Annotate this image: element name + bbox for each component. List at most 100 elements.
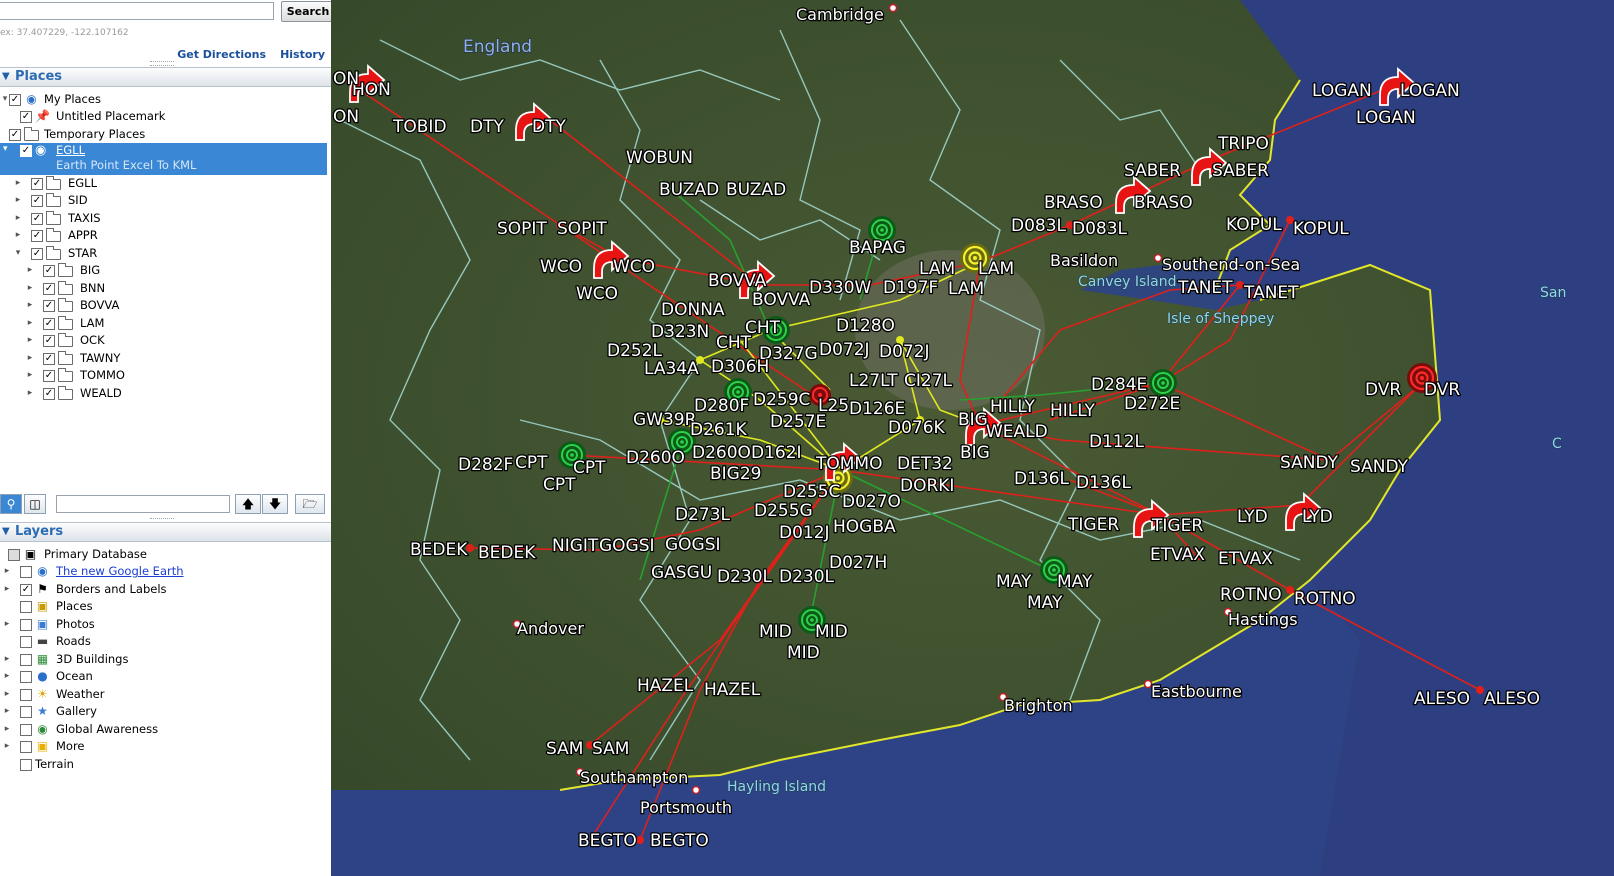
expand-icon[interactable]: ▸: [2, 721, 12, 738]
history-link[interactable]: History: [280, 48, 325, 61]
tree-folder-taxis[interactable]: ▸ ✓ TAXIS: [0, 210, 330, 227]
layer-global-awareness[interactable]: ▸ ◉ Global Awareness: [0, 721, 330, 738]
expand-icon[interactable]: ▸: [25, 262, 35, 279]
tree-folder-star-tawny[interactable]: ▸ ✓ TAWNY: [0, 350, 330, 367]
checkbox[interactable]: [8, 549, 20, 561]
resize-grip[interactable]: [150, 61, 174, 66]
expand-icon[interactable]: ▸: [25, 280, 35, 297]
layer-terrain[interactable]: Terrain: [0, 756, 330, 773]
checkbox[interactable]: ✓: [20, 584, 32, 596]
tree-folder-star-tommo[interactable]: ▸ ✓ TOMMO: [0, 367, 330, 384]
expand-icon[interactable]: ▸: [2, 581, 12, 598]
folder-menu-icon[interactable]: 🗁: [295, 494, 325, 514]
checkbox[interactable]: ✓: [43, 300, 55, 312]
expand-icon[interactable]: ▸: [13, 227, 23, 244]
tree-folder-star-bnn[interactable]: ▸ ✓ BNN: [0, 280, 330, 297]
checkbox[interactable]: ✓: [9, 94, 21, 106]
checkbox[interactable]: [20, 636, 32, 648]
checkbox[interactable]: ✓: [43, 353, 55, 365]
tree-item-untitled-placemark[interactable]: ✓ 📌 Untitled Placemark: [0, 108, 330, 125]
map-view[interactable]: England Cambridge Basildon Canvey Island…: [331, 0, 1614, 876]
checkbox[interactable]: ✓: [20, 111, 32, 123]
tree-folder-appr[interactable]: ▸ ✓ APPR: [0, 227, 330, 244]
layer-borders-labels[interactable]: ▸ ✓ ⚑ Borders and Labels: [0, 581, 330, 598]
layer-gallery[interactable]: ▸ ★ Gallery: [0, 703, 330, 720]
checkbox[interactable]: [20, 741, 32, 753]
collapse-icon[interactable]: ▾: [13, 245, 23, 262]
checkbox[interactable]: ✓: [31, 195, 43, 207]
collapse-arrow-icon[interactable]: ▼: [2, 71, 10, 82]
layer-new-google-earth[interactable]: ▸ ◉ The new Google Earth: [0, 563, 330, 580]
expand-icon[interactable]: ▸: [2, 651, 12, 668]
checkbox[interactable]: ✓: [43, 388, 55, 400]
tree-folder-sid[interactable]: ▸ ✓ SID: [0, 192, 330, 209]
checkbox[interactable]: ✓: [43, 283, 55, 295]
layer-more[interactable]: ▸ ▣ More: [0, 738, 330, 755]
move-up-icon[interactable]: 🡅: [235, 494, 261, 514]
layer-ocean[interactable]: ▸ ● Ocean: [0, 668, 330, 685]
layers-panel-header[interactable]: ▼ Layers: [0, 522, 335, 542]
checkbox[interactable]: ✓: [31, 178, 43, 190]
tree-folder-star-ock[interactable]: ▸ ✓ OCK: [0, 332, 330, 349]
layer-photos[interactable]: ▸ ▣ Photos: [0, 616, 330, 633]
expand-icon[interactable]: ▸: [25, 350, 35, 367]
expand-icon[interactable]: ▸: [13, 192, 23, 209]
tree-item-temporary-places[interactable]: ✓ Temporary Places: [0, 126, 330, 143]
expand-icon[interactable]: ▸: [25, 297, 35, 314]
expand-icon[interactable]: ▸: [2, 686, 12, 703]
get-directions-link[interactable]: Get Directions: [177, 48, 266, 61]
checkbox[interactable]: [20, 689, 32, 701]
checkbox[interactable]: ✓: [43, 370, 55, 382]
search-input[interactable]: [0, 2, 274, 20]
checkbox[interactable]: ✓: [31, 248, 43, 260]
expand-icon[interactable]: ▸: [25, 367, 35, 384]
tree-folder-star-weald[interactable]: ▸ ✓ WEALD: [0, 385, 330, 402]
places-panel-header[interactable]: ▼ Places: [0, 67, 335, 87]
layer-weather[interactable]: ▸ ☀ Weather: [0, 686, 330, 703]
checkbox[interactable]: [20, 706, 32, 718]
tree-item-egll-kml[interactable]: ▾ ✓ ◉ EGLL Earth Point Excel To KML: [0, 143, 327, 175]
checkbox[interactable]: ✓: [31, 213, 43, 225]
tree-folder-star-big[interactable]: ▸ ✓ BIG: [0, 262, 330, 279]
search-panel-icon[interactable]: ⚲: [0, 494, 22, 514]
checkbox[interactable]: ✓: [9, 129, 21, 141]
layer-primary-database[interactable]: ▣ Primary Database: [0, 546, 330, 563]
tree-item-label[interactable]: EGLL: [56, 143, 85, 157]
expand-icon[interactable]: ▸: [13, 210, 23, 227]
expand-icon[interactable]: ▸: [25, 385, 35, 402]
expand-icon[interactable]: ▸: [13, 175, 23, 192]
checkbox[interactable]: [20, 601, 32, 613]
search-button[interactable]: Search: [281, 1, 335, 22]
panel-toggle-icon[interactable]: ◫: [24, 494, 46, 514]
places-filter-input[interactable]: [56, 495, 230, 513]
layer-places[interactable]: ▣ Places: [0, 598, 330, 615]
layer-3d-buildings[interactable]: ▸ ▦ 3D Buildings: [0, 651, 330, 668]
tree-folder-star-bovva[interactable]: ▸ ✓ BOVVA: [0, 297, 330, 314]
expand-icon[interactable]: ▸: [2, 703, 12, 720]
collapse-arrow-icon[interactable]: ▼: [2, 526, 10, 537]
checkbox[interactable]: ✓: [43, 335, 55, 347]
expand-icon[interactable]: ▸: [2, 738, 12, 755]
move-down-icon[interactable]: 🡇: [262, 494, 288, 514]
checkbox[interactable]: [20, 566, 32, 578]
checkbox[interactable]: [20, 654, 32, 666]
checkbox[interactable]: [20, 724, 32, 736]
layer-roads[interactable]: ▬ Roads: [0, 633, 330, 650]
checkbox[interactable]: ✓: [20, 145, 32, 157]
layer-label[interactable]: The new Google Earth: [56, 563, 184, 580]
checkbox[interactable]: [20, 619, 32, 631]
checkbox[interactable]: [20, 759, 32, 771]
checkbox[interactable]: ✓: [43, 318, 55, 330]
expand-icon[interactable]: ▸: [25, 332, 35, 349]
tree-folder-star[interactable]: ▾ ✓ STAR: [0, 245, 330, 262]
tree-item-my-places[interactable]: ▾ ✓ ◉ My Places: [0, 91, 330, 108]
expand-icon[interactable]: ▸: [25, 315, 35, 332]
checkbox[interactable]: [20, 671, 32, 683]
checkbox[interactable]: ✓: [43, 265, 55, 277]
checkbox[interactable]: ✓: [31, 230, 43, 242]
collapse-icon[interactable]: ▾: [3, 144, 8, 154]
expand-icon[interactable]: ▸: [2, 563, 12, 580]
expand-icon[interactable]: ▸: [2, 668, 12, 685]
tree-folder-star-lam[interactable]: ▸ ✓ LAM: [0, 315, 330, 332]
expand-icon[interactable]: ▸: [2, 616, 12, 633]
